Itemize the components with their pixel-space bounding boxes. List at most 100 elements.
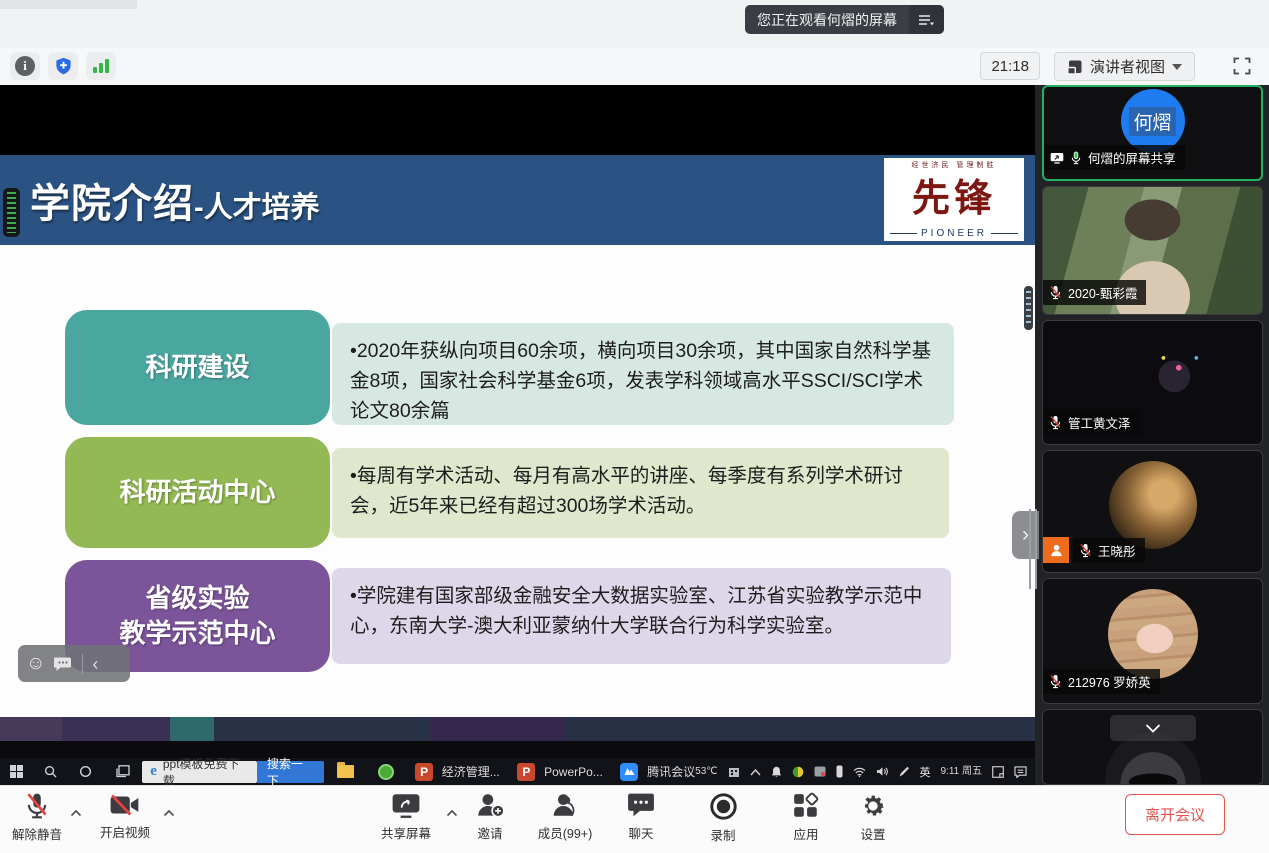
search-tab-text: ppt模板免费下载 [163, 755, 249, 789]
reaction-overlay: ☺ ‹ [18, 645, 130, 682]
smiley-icon[interactable]: ☺ [26, 654, 45, 673]
pioneer-logo: 经世济民 管理制胜 先锋 PIONEER [884, 158, 1024, 241]
viewer-banner: 您正在观看何熠的屏幕 [745, 5, 944, 34]
shared-screen-area: 学院介绍-人才培养 经世济民 管理制胜 先锋 PIONEER 科研建设 •202… [0, 85, 1035, 785]
powerpoint-task-1[interactable]: P [411, 758, 436, 785]
leave-meeting-button[interactable]: 离开会议 [1125, 794, 1225, 835]
video-options-caret[interactable] [163, 804, 175, 822]
chat-bubble-icon[interactable] [54, 656, 73, 672]
person-plus-icon [475, 792, 505, 819]
taskbar-clock[interactable]: 9:11 周五 [941, 766, 983, 778]
speaker-icon[interactable] [876, 766, 888, 777]
chevron-down-icon [1145, 724, 1161, 733]
scroll-more-button[interactable] [1110, 715, 1196, 741]
layout-icon [1067, 59, 1083, 75]
sticky-note-icon[interactable] [992, 766, 1004, 778]
fullscreen-button[interactable] [1229, 54, 1255, 78]
tencent-meeting-task-label[interactable]: 腾讯会议 [647, 763, 695, 780]
browser-search-tab[interactable]: e ppt模板免费下载 [142, 761, 257, 783]
taskbar-search-button[interactable] [33, 758, 68, 785]
cortana-icon [79, 765, 92, 778]
tencent-meeting-icon [620, 763, 638, 781]
settings-button[interactable]: 设置 [845, 792, 901, 843]
network-status-button[interactable] [86, 52, 116, 80]
camera-off-icon [109, 792, 141, 818]
participant-tile[interactable]: 王晓彤 [1042, 450, 1263, 573]
tencent-meeting-task[interactable] [617, 758, 642, 785]
chat-bubble-icon [627, 792, 655, 819]
notification-center-icon[interactable] [1014, 766, 1027, 778]
participant-tile-sharer[interactable]: 何熠 何熠的屏幕共享 [1042, 85, 1263, 181]
invite-button[interactable]: 邀请 [462, 792, 518, 842]
ie-icon: e [150, 763, 157, 780]
wifi-icon[interactable] [853, 767, 866, 777]
signal-bars-icon [92, 58, 110, 74]
info-icon: i [15, 56, 35, 76]
participant-tile[interactable]: 212976 罗娇英 [1042, 578, 1263, 704]
green-browser-icon [378, 764, 394, 780]
weather-temp[interactable]: 53℃ [695, 766, 717, 777]
participant-tile[interactable]: 2020-甄彩霞 [1042, 186, 1263, 315]
start-button[interactable] [0, 758, 33, 785]
task-view-button[interactable] [103, 758, 142, 785]
view-mode-button[interactable]: 演讲者视图 [1054, 52, 1195, 81]
viewer-banner-menu-button[interactable] [909, 5, 944, 34]
browser-360-button[interactable] [367, 758, 406, 785]
windows-taskbar: e ppt模板免费下载 搜索一下 P 经济管理... P PowerPo... … [0, 758, 1035, 785]
meeting-duration: 21:18 [980, 52, 1040, 80]
participant-tile[interactable] [1042, 709, 1263, 785]
hamburger-caret-icon [918, 13, 935, 27]
file-explorer-button[interactable] [324, 758, 367, 785]
chevron-up-icon[interactable] [750, 768, 761, 776]
share-options-caret[interactable] [446, 804, 458, 822]
screen-share-icon [1050, 152, 1064, 164]
top-strip: 您正在观看何熠的屏幕 [0, 0, 1269, 48]
cortana-button[interactable] [68, 758, 103, 785]
view-mode-label: 演讲者视图 [1090, 56, 1165, 77]
windows-icon [10, 765, 23, 778]
person-icon [1049, 543, 1064, 558]
slide-row-text: •每周有学术活动、每月有高水平的讲座、每季度有系列学术研讨会，近5年来已经有超过… [332, 448, 949, 538]
search-go-button[interactable]: 搜索一下 [257, 761, 324, 783]
phone-icon[interactable] [836, 765, 843, 778]
share-screen-icon [391, 792, 421, 819]
avatar [1108, 589, 1198, 679]
fullscreen-icon [1233, 57, 1251, 75]
search-icon [44, 765, 57, 778]
pen-icon[interactable] [898, 766, 910, 778]
sidebar-scrollbar[interactable] [1024, 286, 1033, 330]
chevron-down-icon [1172, 64, 1182, 70]
start-video-button[interactable]: 开启视频 [94, 792, 156, 841]
powerpoint-task-1-label[interactable]: 经济管理... [442, 763, 500, 780]
mic-muted-icon [1049, 285, 1062, 300]
input-language-indicator[interactable]: 英 [920, 764, 931, 780]
powerpoint-icon: P [415, 763, 433, 781]
slide-row-label: 科研建设 [65, 310, 330, 425]
members-button[interactable]: 成员(99+) [527, 792, 603, 842]
powerpoint-task-2[interactable]: P [514, 758, 539, 785]
participant-tile[interactable]: 管工黄文泽 [1042, 320, 1263, 445]
record-button[interactable]: 录制 [695, 792, 751, 844]
audio-options-caret[interactable] [70, 804, 82, 822]
weather-icon [728, 766, 740, 778]
share-screen-button[interactable]: 共享屏幕 [371, 792, 441, 842]
screenshot-tool-icon[interactable] [814, 766, 826, 777]
annotation-indicator [3, 188, 20, 237]
security-button[interactable] [48, 52, 78, 80]
mic-muted-icon [1049, 415, 1062, 430]
apps-button[interactable]: 应用 [778, 792, 834, 843]
sidebar-drag-handle[interactable] [1029, 509, 1037, 589]
unmute-button[interactable]: 解除静音 [8, 792, 66, 843]
bell-icon[interactable] [771, 766, 782, 778]
powerpoint-task-2-label[interactable]: PowerPo... [544, 765, 603, 779]
meeting-app-window: { "viewer_banner": { "text": "您正在观看何熠的屏幕… [0, 0, 1269, 852]
slide-row-text: •学院建有国家部级金融安全大数据实验室、江苏省实验教学示范中心，东南大学-澳大利… [332, 568, 951, 664]
chat-button[interactable]: 聊天 [613, 792, 669, 842]
meeting-info-button[interactable]: i [10, 52, 40, 80]
avatar: 何熠 [1121, 89, 1185, 153]
participant-label: 王晓彤 [1073, 538, 1145, 563]
antivirus-icon[interactable] [792, 766, 804, 778]
viewer-banner-text: 您正在观看何熠的屏幕 [745, 5, 909, 34]
participant-label: 2020-甄彩霞 [1043, 280, 1146, 305]
chevron-left-icon[interactable]: ‹ [92, 655, 98, 673]
